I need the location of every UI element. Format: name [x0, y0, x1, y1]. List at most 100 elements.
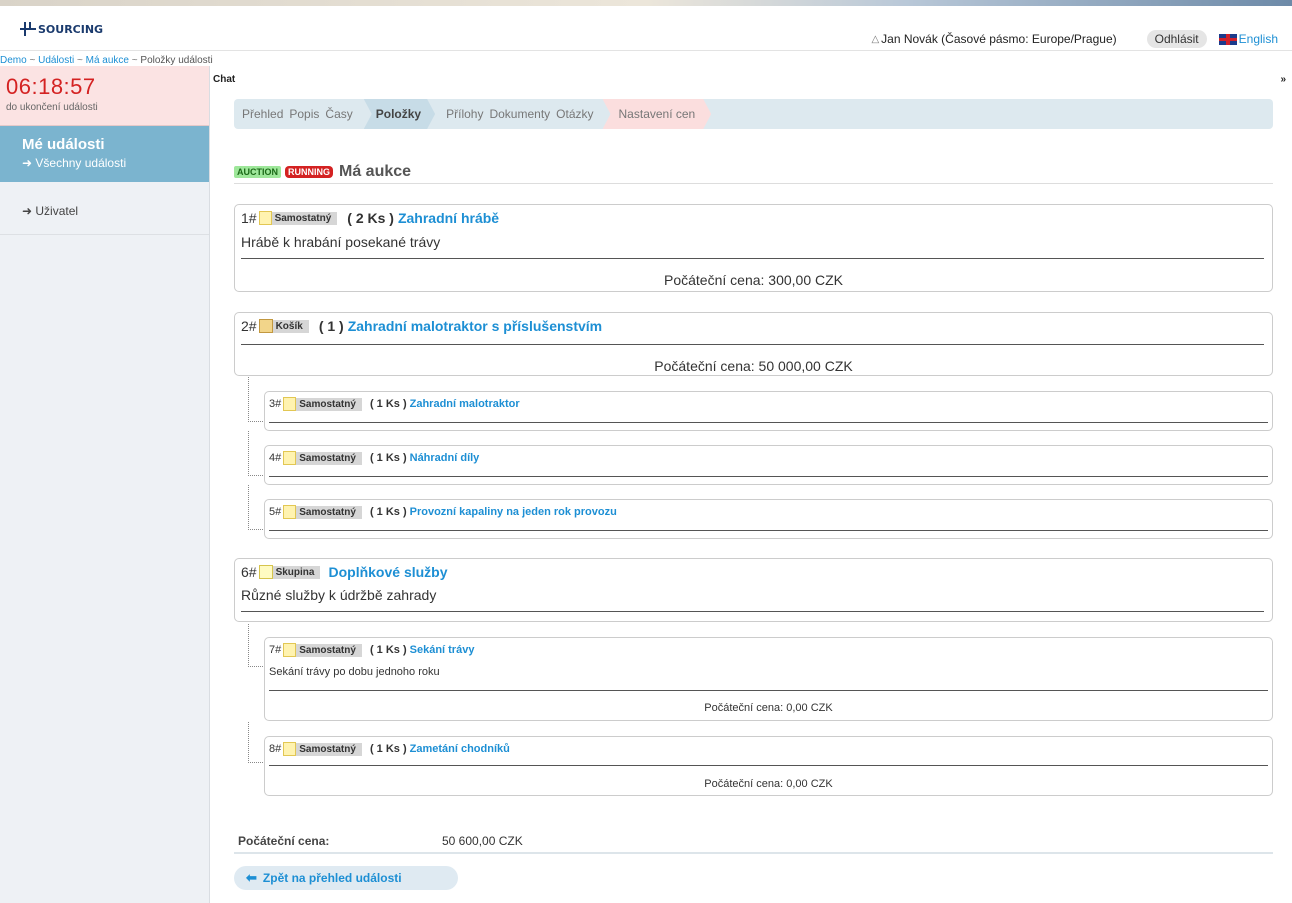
divider	[269, 476, 1268, 477]
logout-button[interactable]: Odhlásit	[1146, 30, 1207, 48]
item-header: 8# Samostatný ( 1 Ks ) Zametání chodníků	[269, 742, 510, 756]
item-description: Sekání trávy po dobu jednoho roku	[269, 666, 440, 678]
item-type-badge: Samostatný	[296, 742, 362, 756]
breadcrumb-item-events[interactable]: Události	[38, 55, 74, 66]
divider	[241, 344, 1264, 345]
note-icon	[283, 397, 297, 411]
item-start-price: Počáteční cena: 50 000,00 CZK	[654, 358, 853, 374]
breadcrumb-item-current: Položky události	[140, 55, 213, 66]
tab-bar: Přehled Popis Časy Položky Přílohy Dokum…	[234, 99, 1273, 129]
user-icon: △	[871, 33, 880, 45]
item-header: 5# Samostatný ( 1 Ks ) Provozní kapaliny…	[269, 505, 617, 519]
divider	[269, 422, 1268, 423]
item-card: 5# Samostatný ( 1 Ks ) Provozní kapaliny…	[264, 499, 1273, 539]
item-quantity: ( 1 Ks )	[369, 644, 407, 656]
item-name-link[interactable]: Zahradní hrábě	[398, 210, 499, 226]
divider	[269, 765, 1268, 766]
tab-questions[interactable]: Otázky	[553, 107, 596, 121]
uk-flag-icon	[1218, 33, 1237, 45]
item-name-link[interactable]: Zametání chodníků	[410, 743, 510, 755]
sidebar-all-events-link[interactable]: ➜ Všechny události	[22, 153, 209, 170]
breadcrumb-sep: ~	[26, 55, 39, 66]
total-value: 50 600,00 CZK	[442, 834, 523, 848]
tree-connector	[248, 722, 263, 763]
breadcrumb: Demo ~ Události ~ Má aukce ~ Položky udá…	[0, 55, 213, 66]
item-quantity: ( 1 Ks )	[369, 743, 407, 755]
item-card: 4# Samostatný ( 1 Ks ) Náhradní díly	[264, 445, 1273, 485]
item-header: 6# Skupina Doplňkové služby	[241, 564, 448, 580]
total-start-price: Počáteční cena: 50 600,00 CZK	[238, 834, 523, 848]
sidebar-item-user[interactable]: ➜ Uživatel	[0, 182, 209, 235]
item-card: 8# Samostatný ( 1 Ks ) Zametání chodníků…	[264, 736, 1273, 796]
tab-attachments[interactable]: Přílohy	[443, 107, 486, 121]
item-number: 2#	[241, 318, 257, 334]
chat-bar[interactable]: Chat »	[209, 66, 1292, 86]
item-card: 6# Skupina Doplňkové služby Různé služby…	[234, 558, 1273, 622]
item-type-badge: Samostatný	[296, 505, 362, 519]
item-number: 7#	[269, 644, 282, 656]
item-type-badge: Samostatný	[296, 397, 362, 411]
item-header: 3# Samostatný ( 1 Ks ) Zahradní malotrak…	[269, 397, 520, 411]
item-description: Hrábě k hrabání posekané trávy	[241, 234, 441, 250]
item-number: 6#	[241, 564, 257, 580]
tab-description[interactable]: Popis	[286, 107, 322, 121]
page-title: Má aukce	[339, 162, 412, 180]
tree-connector	[248, 431, 263, 476]
logo-icon	[20, 22, 36, 36]
breadcrumb-item-demo[interactable]: Demo	[0, 55, 27, 66]
breadcrumb-item-auction[interactable]: Má aukce	[86, 55, 129, 66]
summary-divider	[234, 852, 1273, 854]
tab-overview[interactable]: Přehled	[239, 107, 286, 121]
item-number: 5#	[269, 506, 282, 518]
chat-toggle-icon[interactable]: »	[1280, 74, 1286, 85]
sidebar-my-events-title[interactable]: Mé události	[22, 126, 209, 153]
divider	[269, 530, 1268, 531]
arrow-left-icon: ⬅	[246, 870, 257, 885]
tree-connector	[248, 485, 263, 530]
item-quantity: ( 2 Ks )	[347, 210, 394, 226]
logo[interactable]: SOURCING	[20, 22, 103, 36]
tab-documents[interactable]: Dokumenty	[486, 107, 553, 121]
item-header: 7# Samostatný ( 1 Ks ) Sekání trávy	[269, 643, 474, 657]
item-name-link[interactable]: Náhradní díly	[410, 452, 480, 464]
item-type-badge: Košík	[272, 319, 309, 333]
user-box: △ Jan Novák (Časové pásmo: Europe/Prague…	[871, 30, 1278, 48]
note-icon	[283, 505, 297, 519]
tab-times[interactable]: Časy	[322, 107, 355, 121]
item-header: 2# Košík ( 1 ) Zahradní malotraktor s př…	[241, 318, 602, 334]
item-number: 3#	[269, 398, 282, 410]
divider	[269, 690, 1268, 691]
note-icon	[283, 643, 297, 657]
countdown-label: do ukončení události	[6, 102, 98, 113]
item-start-price: Počáteční cena: 0,00 CZK	[704, 778, 833, 790]
item-name-link[interactable]: Sekání trávy	[410, 644, 475, 656]
item-card: 3# Samostatný ( 1 Ks ) Zahradní malotrak…	[264, 391, 1273, 431]
event-title-bar: AUCTION RUNNING Má aukce	[234, 160, 1273, 184]
item-quantity: ( 1 Ks )	[369, 398, 407, 410]
chat-label[interactable]: Chat	[213, 74, 235, 85]
user-name[interactable]: Jan Novák (Časové pásmo: Europe/Prague)	[881, 32, 1116, 46]
item-name-link[interactable]: Doplňkové služby	[328, 564, 447, 580]
basket-icon	[258, 319, 273, 333]
item-type-badge: Samostatný	[271, 211, 338, 225]
item-name-link[interactable]: Provozní kapaliny na jeden rok provozu	[410, 506, 617, 518]
total-label: Počáteční cena:	[238, 834, 330, 848]
item-card: 2# Košík ( 1 ) Zahradní malotraktor s př…	[234, 312, 1273, 376]
item-card: 1# Samostatný ( 2 Ks ) Zahradní hrábě Hr…	[234, 204, 1273, 292]
tab-price-settings[interactable]: Nastavení cen	[603, 99, 712, 129]
tree-connector	[248, 624, 263, 667]
breadcrumb-sep: ~	[74, 55, 86, 66]
sidebar-my-events[interactable]: Mé události ➜ Všechny události	[0, 126, 209, 182]
item-quantity: ( 1 Ks )	[369, 506, 407, 518]
item-name-link[interactable]: Zahradní malotraktor s příslušenstvím	[348, 318, 602, 334]
item-start-price: Počáteční cena: 300,00 CZK	[664, 272, 843, 288]
tree-connector	[248, 377, 263, 422]
item-number: 8#	[269, 743, 282, 755]
divider	[241, 258, 1264, 259]
tab-items[interactable]: Položky	[364, 99, 435, 129]
item-name-link[interactable]: Zahradní malotraktor	[410, 398, 520, 410]
back-to-overview-button[interactable]: ⬅ Zpět na přehled události	[234, 866, 458, 890]
language-switch[interactable]: English	[1218, 32, 1278, 46]
note-icon	[283, 451, 297, 465]
item-start-price: Počáteční cena: 0,00 CZK	[704, 702, 833, 714]
